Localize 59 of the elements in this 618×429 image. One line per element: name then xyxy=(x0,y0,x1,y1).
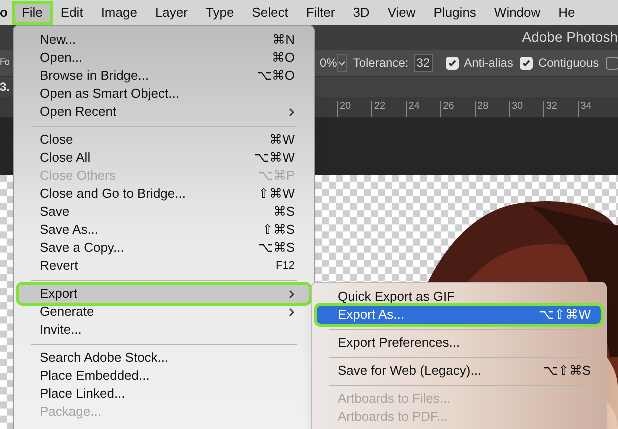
ruler-label: 30 xyxy=(508,101,544,117)
checkbox[interactable] xyxy=(520,56,534,70)
checkbox[interactable] xyxy=(446,56,460,70)
menu-item[interactable]: Close ⌘W xyxy=(19,131,309,149)
menu-item[interactable]: Open Recent xyxy=(19,103,309,121)
menu-item[interactable]: Generate xyxy=(19,303,309,321)
menu-item[interactable]: Search Adobe Stock... xyxy=(19,349,309,367)
dropdown-button[interactable] xyxy=(337,54,348,72)
checkbox-label: Contiguous xyxy=(538,55,600,72)
checkmark-icon xyxy=(448,58,458,68)
menu-item[interactable]: Invite... xyxy=(19,321,309,339)
menu-item[interactable]: Save As... ⇧⌘S xyxy=(19,221,309,239)
tolerance-label: Tolerance: xyxy=(353,55,409,72)
menu-bar-item[interactable]: Type xyxy=(196,2,244,24)
menu-item[interactable]: Export As... ⌥⇧⌘W xyxy=(317,306,601,324)
menu-item[interactable]: Export Preferences... xyxy=(317,334,601,352)
menu-bar-item[interactable]: Window xyxy=(485,2,550,24)
menu-item[interactable]: Revert F12 xyxy=(19,257,309,275)
checkbox[interactable] xyxy=(606,56,618,70)
menu-bar-item[interactable]: File xyxy=(12,2,52,24)
checkmark-icon xyxy=(522,58,532,68)
checkbox-label: Anti-alias xyxy=(464,55,514,72)
menu-item[interactable]: Open as Smart Object... xyxy=(19,85,309,103)
menu-bar-item[interactable]: Plugins xyxy=(424,2,486,24)
menu-item[interactable]: Save ⌘S xyxy=(19,203,309,221)
menu-bar-item[interactable]: Filter xyxy=(297,2,344,24)
ruler-label: 34 xyxy=(578,101,612,117)
menu-bar-item[interactable]: Select xyxy=(243,2,298,24)
menu-item[interactable]: Open... ⌘O xyxy=(19,49,309,67)
chevron-right-icon xyxy=(289,108,295,116)
menu-item[interactable]: Save a Copy... ⌥⌘S xyxy=(19,239,309,257)
window-title: Adobe Photosh xyxy=(522,28,618,47)
menu-bar-item[interactable]: 3D xyxy=(344,2,379,24)
menu-item[interactable]: Place Linked... xyxy=(19,385,309,403)
menu-item[interactable]: Quick Export as GIF xyxy=(317,288,601,306)
menu-item[interactable]: Place Embedded... xyxy=(19,367,309,385)
menu-item[interactable]: Export xyxy=(19,285,309,303)
menu-item[interactable]: Browse in Bridge... ⌥⌘O xyxy=(19,67,309,85)
menu-item[interactable]: Close All ⌥⌘W xyxy=(19,149,309,167)
ruler-label: 26 xyxy=(440,101,475,117)
menu-item[interactable]: Close and Go to Bridge... ⇧⌘W xyxy=(19,185,309,203)
menu-bar-item[interactable]: He xyxy=(550,2,584,24)
opacity-value: 0% xyxy=(320,55,338,72)
menu-item[interactable]: New... ⌘N xyxy=(19,31,309,49)
chevron-down-icon xyxy=(338,60,346,66)
menu-bar-item[interactable]: Layer xyxy=(146,2,197,24)
document-tab[interactable]: 3. xyxy=(0,78,10,96)
menu-bar-item[interactable]: Edit xyxy=(52,2,92,24)
ruler-label: 22 xyxy=(371,101,406,117)
menu-bar-item[interactable]: Image xyxy=(92,2,146,24)
ruler-label: 32 xyxy=(543,101,578,117)
app-menu[interactable]: o xyxy=(0,2,8,22)
ruler-label: 20 xyxy=(337,101,372,117)
ruler-label: 24 xyxy=(406,101,440,117)
menu-item[interactable]: Save for Web (Legacy)... ⌥⇧⌘S xyxy=(317,362,601,380)
menu-bar-item[interactable]: View xyxy=(378,2,425,24)
ruler-label: 28 xyxy=(474,101,509,117)
option-label: Fo xyxy=(0,56,10,70)
tolerance-field[interactable]: 32 xyxy=(414,54,434,72)
